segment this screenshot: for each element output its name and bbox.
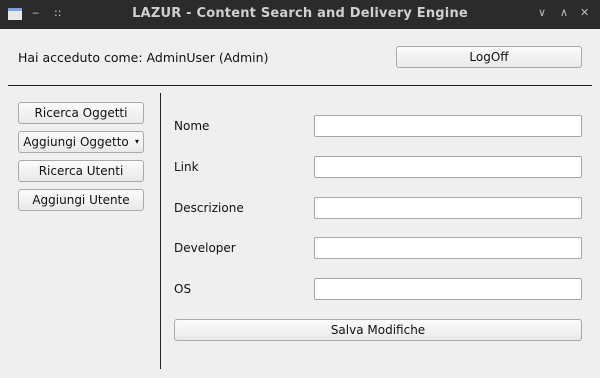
add-object-button[interactable]: Aggiungi Oggetto ▾ [18, 131, 144, 153]
developer-field[interactable] [314, 237, 582, 259]
sidebar-divider [160, 93, 161, 369]
os-label: OS [174, 282, 192, 296]
logoff-button[interactable]: LogOff [396, 46, 582, 68]
link-label: Link [174, 160, 199, 174]
add-user-button[interactable]: Aggiungi Utente [18, 189, 144, 211]
maximize-icon[interactable]: ∧ [560, 6, 568, 19]
minimize-icon[interactable]: ∨ [538, 6, 546, 19]
close-icon[interactable]: ✕ [580, 6, 589, 19]
add-object-label: Aggiungi Oggetto [23, 135, 129, 149]
logged-in-label: Hai acceduto come: AdminUser (Admin) [18, 50, 269, 65]
search-users-button[interactable]: Ricerca Utenti [18, 160, 144, 182]
header-divider [8, 85, 592, 86]
window-title: LAZUR - Content Search and Delivery Engi… [132, 6, 468, 21]
os-field[interactable] [314, 278, 582, 300]
description-label: Descrizione [174, 201, 244, 215]
save-changes-button[interactable]: Salva Modifiche [174, 319, 582, 341]
chevron-down-icon: ▾ [134, 137, 139, 146]
title-bar: ‒ :: LAZUR - Content Search and Delivery… [0, 0, 600, 29]
developer-label: Developer [174, 241, 236, 255]
search-objects-button[interactable]: Ricerca Oggetti [18, 102, 144, 124]
name-label: Nome [174, 119, 210, 133]
name-field[interactable] [314, 115, 582, 137]
link-field[interactable] [314, 156, 582, 178]
description-field[interactable] [314, 197, 582, 219]
